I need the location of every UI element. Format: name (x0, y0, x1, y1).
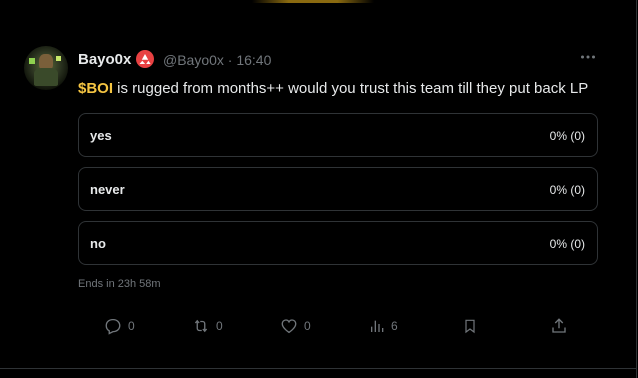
like-button[interactable]: 0 (280, 316, 311, 336)
poll-option-result: 0% (0) (549, 129, 585, 143)
reply-button[interactable]: 0 (104, 316, 135, 336)
tweet-text-body: is rugged from months++ would you trust … (113, 80, 589, 97)
handle-time[interactable]: @Bayo0x · 16:40 (163, 52, 271, 68)
poll-option-label: yes (90, 128, 112, 143)
poll-option-result: 0% (0) (549, 183, 585, 197)
views-button[interactable]: 6 (369, 316, 398, 336)
reply-count: 0 (128, 319, 135, 333)
share-icon (552, 318, 566, 333)
share-button[interactable] (550, 316, 568, 336)
like-icon (281, 319, 297, 334)
avatar-part (34, 68, 58, 86)
poll-ends-text: Ends in 23h 58m (78, 278, 161, 290)
poll-option-label: no (90, 236, 106, 251)
views-count: 6 (391, 319, 398, 333)
poll-option[interactable]: no 0% (0) (78, 221, 598, 265)
repost-count: 0 (216, 319, 223, 333)
bookmark-button[interactable] (462, 316, 478, 336)
divider (0, 368, 636, 369)
reply-icon (105, 318, 121, 335)
poll-option[interactable]: yes 0% (0) (78, 113, 598, 157)
bookmark-icon (465, 319, 475, 334)
avatar-part (29, 58, 35, 64)
repost-icon (194, 319, 208, 333)
views-icon (371, 320, 384, 332)
avatar[interactable] (24, 46, 68, 90)
tweet-text: $BOI is rugged from months++ would you t… (78, 80, 588, 97)
poll-option-label: never (90, 182, 125, 197)
cashtag-link[interactable]: $BOI (78, 80, 113, 97)
repost-button[interactable]: 0 (192, 316, 223, 336)
top-glow (252, 0, 374, 3)
like-count: 0 (304, 319, 311, 333)
avalanche-badge-icon (136, 50, 154, 68)
poll-option[interactable]: never 0% (0) (78, 167, 598, 211)
more-icon[interactable] (578, 49, 598, 65)
avatar-part (56, 56, 61, 61)
author-name[interactable]: Bayo0x (78, 51, 131, 68)
poll-option-result: 0% (0) (549, 237, 585, 251)
